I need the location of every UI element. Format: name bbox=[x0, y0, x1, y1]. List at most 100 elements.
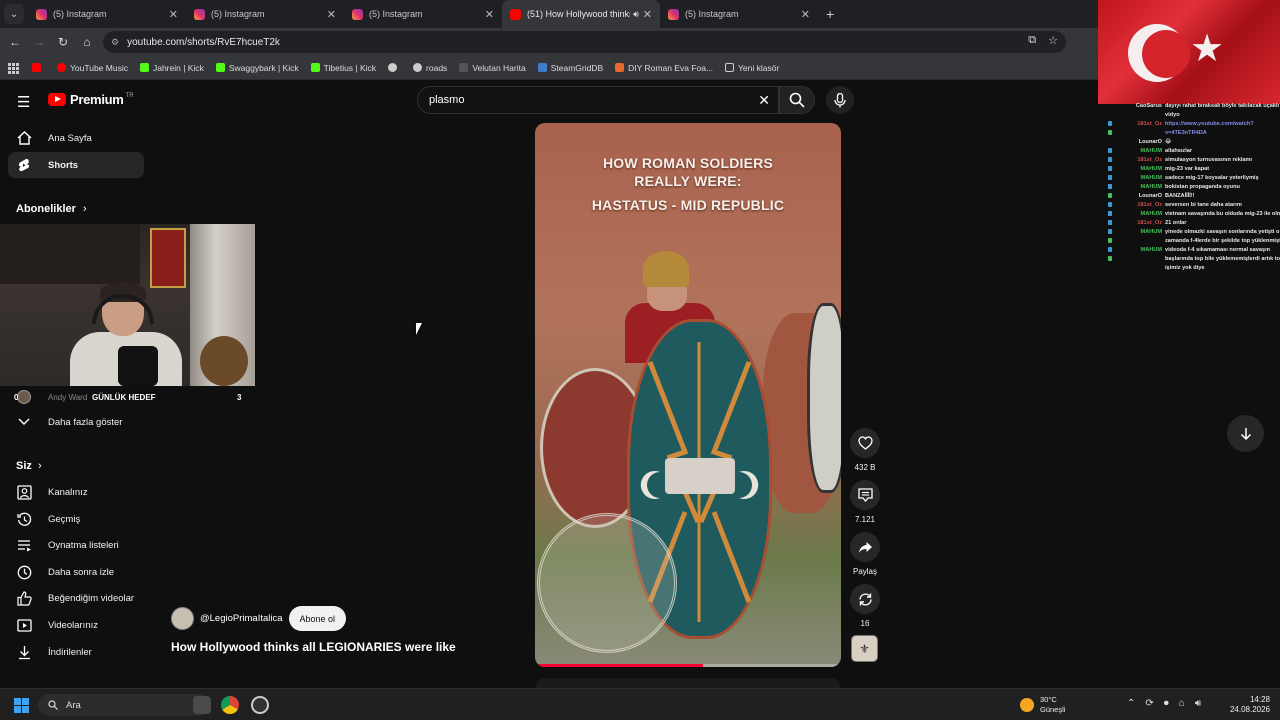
back-arrow-icon[interactable]: ← bbox=[3, 35, 27, 49]
bookmark-label: DIY Roman Eva Foa... bbox=[628, 62, 714, 73]
sidebar-item-playlists[interactable]: Oynatma listeleri bbox=[8, 532, 144, 558]
channel-name[interactable]: @LegioPrimaItalica bbox=[200, 613, 283, 624]
close-icon[interactable]: ✕ bbox=[169, 8, 178, 21]
reload-icon[interactable]: ↻ bbox=[51, 35, 75, 49]
browser-tab[interactable]: (5) Instagram ✕ bbox=[28, 0, 186, 28]
sidebar-item-home[interactable]: Ana Sayfa bbox=[8, 125, 144, 151]
search-placeholder: Ara bbox=[66, 699, 81, 711]
turkish-flag-overlay: ★ bbox=[1098, 0, 1280, 104]
file-explorer-icon[interactable] bbox=[193, 696, 211, 714]
crescent-cutout bbox=[1142, 30, 1190, 78]
sidebar-item-history[interactable]: Geçmiş bbox=[8, 506, 144, 532]
close-icon[interactable]: ✕ bbox=[643, 8, 652, 21]
chevron-up-icon[interactable]: ⌃ bbox=[1127, 698, 1135, 709]
folder-icon bbox=[725, 63, 735, 72]
bookmark-item[interactable] bbox=[388, 63, 401, 72]
sync-icon[interactable]: ⟳ bbox=[1145, 698, 1153, 709]
chat-text[interactable]: https://www.youtube.com/watch?v=4TE3nTR4… bbox=[1165, 120, 1280, 138]
chat-message: LounarO 😂 bbox=[1104, 138, 1280, 147]
shield-boss bbox=[665, 458, 735, 494]
address-bar[interactable]: ⚙︎ youtube.com/shorts/RvE7hcueT2k ⧉ ☆ bbox=[103, 31, 1066, 53]
speaker-icon[interactable]: 🔊︎ bbox=[633, 9, 639, 20]
sidebar-item-your-channel[interactable]: Kanalınız bbox=[8, 479, 144, 505]
voice-search-button[interactable] bbox=[826, 86, 854, 114]
close-icon[interactable]: ✕ bbox=[485, 8, 494, 21]
subscriptions-heading[interactable]: Abonelikler › bbox=[16, 203, 87, 215]
chat-message: MAHUM sadece mig-17 koysalar yeterliymiş bbox=[1104, 174, 1280, 189]
clear-search-icon[interactable]: ✕ bbox=[758, 92, 770, 109]
search-input[interactable]: plasmo ✕ bbox=[417, 86, 779, 114]
microphone-icon[interactable]: ⏺︎ bbox=[1164, 698, 1169, 709]
close-icon[interactable]: ✕ bbox=[801, 8, 810, 21]
home-icon[interactable]: ⌂ bbox=[75, 35, 99, 49]
browser-tab-active[interactable]: (51) How Hollywood thinks 🔊︎ ✕ bbox=[502, 0, 660, 28]
sidebar-item-label: Oynatma listeleri bbox=[48, 539, 119, 551]
chrome-icon[interactable] bbox=[221, 696, 239, 714]
remix-button[interactable]: 16 bbox=[848, 584, 882, 628]
show-more-button[interactable]: Daha fazla göster bbox=[8, 409, 144, 435]
share-button[interactable]: Paylaş bbox=[848, 532, 882, 576]
chevron-right-icon: › bbox=[82, 203, 87, 215]
site-info-icon[interactable]: ⚙︎ bbox=[111, 37, 119, 48]
bookmark-folder[interactable]: Yeni klasör bbox=[725, 63, 779, 73]
browser-tab[interactable]: (5) Instagram ✕ bbox=[344, 0, 502, 28]
network-icon[interactable]: ⌂ bbox=[1179, 698, 1185, 709]
search-button[interactable] bbox=[779, 86, 815, 114]
obs-icon[interactable] bbox=[251, 696, 269, 714]
url-text: youtube.com/shorts/RvE7hcueT2k bbox=[127, 36, 280, 48]
new-tab-button[interactable]: + bbox=[826, 6, 834, 22]
chat-message: LounarO BANZAİİİİ!! bbox=[1104, 192, 1280, 201]
chat-username: CaoSarus bbox=[1135, 103, 1162, 109]
sidebar-item-watch-later[interactable]: Daha sonra izle bbox=[8, 559, 144, 585]
video-title[interactable]: How Hollywood thinks all LEGIONARIES wer… bbox=[171, 640, 456, 654]
bookmark-star-icon[interactable]: ☆ bbox=[1048, 34, 1058, 47]
install-app-icon[interactable]: ⧉ bbox=[1028, 34, 1036, 47]
bookmark-label: SteamGridDB bbox=[550, 62, 604, 73]
hamburger-menu-icon[interactable]: ☰ bbox=[17, 93, 30, 111]
avatar[interactable] bbox=[171, 607, 194, 630]
youtube-premium-logo[interactable]: Premium TR bbox=[48, 92, 134, 107]
bookmark-item[interactable]: Swaggybark | Kick bbox=[215, 63, 299, 73]
instagram-icon bbox=[668, 8, 679, 20]
bookmark-item[interactable] bbox=[32, 63, 45, 72]
sidebar-item-liked-videos[interactable]: Beğendiğim videolar bbox=[8, 585, 144, 611]
sidebar-item-subscription[interactable]: Andy Ward bbox=[48, 393, 87, 402]
bookmark-item[interactable]: roads bbox=[413, 63, 447, 73]
cam-microphone bbox=[118, 346, 158, 386]
bookmark-item[interactable]: YouTube Music bbox=[57, 63, 128, 73]
tab-search-button[interactable]: ⌄ bbox=[4, 4, 24, 24]
legio-seal-watermark bbox=[537, 513, 677, 653]
taskbar-clock[interactable]: 14:28 24.08.2026 bbox=[1224, 695, 1270, 715]
bookmark-item[interactable]: Velutan Harita bbox=[459, 63, 526, 73]
shorts-video-player[interactable]: HOW ROMAN SOLDIERS REALLY WERE: HASTATUS… bbox=[535, 123, 841, 667]
remix-count: 16 bbox=[860, 619, 870, 628]
comment-button[interactable]: 7.121 bbox=[848, 480, 882, 524]
bookmark-item[interactable]: Tibetius | Kick bbox=[310, 63, 376, 73]
video-progress-bar[interactable] bbox=[535, 664, 841, 667]
bookmark-item[interactable]: DIY Roman Eva Foa... bbox=[615, 63, 713, 73]
youtube-music-icon bbox=[57, 63, 66, 72]
bookmark-item[interactable]: Jahrein | Kick bbox=[139, 63, 204, 73]
windows-start-icon[interactable] bbox=[14, 698, 29, 713]
background-shield bbox=[807, 303, 841, 493]
sidebar-item-your-videos[interactable]: Videolarınız bbox=[8, 612, 144, 638]
browser-tab[interactable]: (5) Instagram ✕ bbox=[660, 0, 818, 28]
sidebar-item-downloads[interactable]: İndirilenler bbox=[8, 639, 144, 665]
you-heading[interactable]: Siz › bbox=[16, 460, 42, 472]
bookmark-icon bbox=[615, 63, 625, 72]
channel-row: @LegioPrimaItalica Abone ol bbox=[171, 606, 347, 631]
weather-widget[interactable]: 30°C Güneşli bbox=[1020, 695, 1065, 715]
sidebar-item-label: Beğendiğim videolar bbox=[48, 592, 135, 604]
subscribe-button[interactable]: Abone ol bbox=[288, 606, 347, 631]
apps-grid-icon[interactable] bbox=[8, 62, 19, 74]
volume-icon[interactable]: 🔊︎ bbox=[1195, 698, 1201, 709]
next-video-button[interactable] bbox=[1227, 415, 1264, 452]
bookmark-item[interactable]: SteamGridDB bbox=[537, 62, 604, 73]
taskbar-search[interactable]: Ara bbox=[38, 694, 210, 716]
like-button[interactable]: 432 B bbox=[848, 428, 882, 472]
close-icon[interactable]: ✕ bbox=[327, 8, 336, 21]
sidebar-item-shorts[interactable]: Shorts bbox=[8, 152, 144, 178]
forward-arrow-icon[interactable]: → bbox=[27, 35, 51, 49]
browser-tab[interactable]: (5) Instagram ✕ bbox=[186, 0, 344, 28]
channel-avatar-thumbnail[interactable]: ⚜︎ bbox=[851, 635, 878, 662]
